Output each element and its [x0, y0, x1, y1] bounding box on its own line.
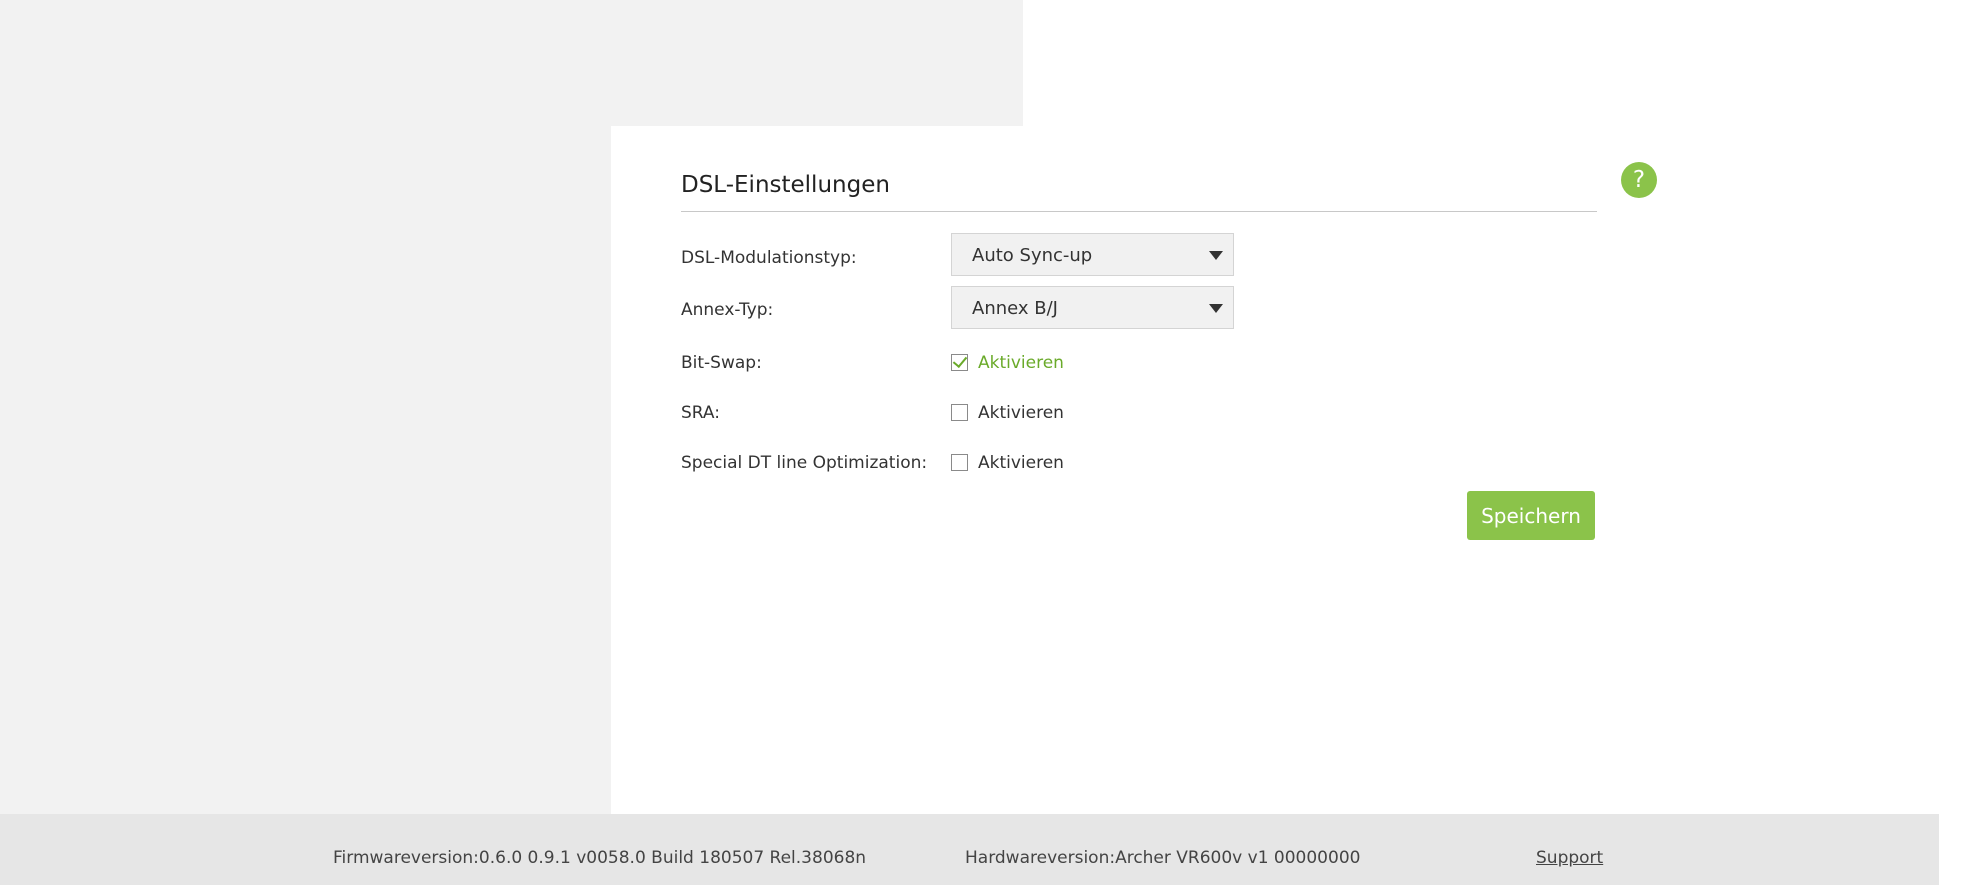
- annex-select[interactable]: Annex B/J: [951, 286, 1234, 329]
- dt-optimization-label: Special DT line Optimization:: [681, 453, 928, 473]
- hardware-version: Hardwareversion:Archer VR600v v1 0000000…: [965, 848, 1361, 868]
- dt-optimization-checkbox[interactable]: [951, 454, 968, 471]
- save-button[interactable]: Speichern: [1467, 491, 1595, 540]
- annex-value: Annex B/J: [972, 298, 1058, 319]
- firmware-version: Firmwareversion:0.6.0 0.9.1 v0058.0 Buil…: [333, 848, 867, 868]
- background-left: [0, 126, 611, 814]
- modulation-select[interactable]: Auto Sync-up: [951, 233, 1234, 276]
- bitswap-checkbox-label[interactable]: Aktivieren: [978, 353, 1064, 373]
- sra-checkbox[interactable]: [951, 404, 968, 421]
- caret-down-icon: [1209, 304, 1223, 313]
- modulation-value: Auto Sync-up: [972, 245, 1093, 266]
- sra-checkbox-label[interactable]: Aktivieren: [978, 403, 1064, 423]
- background-top: [0, 0, 1023, 126]
- bitswap-checkbox[interactable]: [951, 354, 968, 371]
- dt-optimization-checkbox-label[interactable]: Aktivieren: [978, 453, 1064, 473]
- footer: Firmwareversion:0.6.0 0.9.1 v0058.0 Buil…: [0, 814, 1939, 885]
- bitswap-label: Bit-Swap:: [681, 353, 762, 373]
- page: DSL-Einstellungen ? DSL-Modulationstyp: …: [0, 0, 1973, 885]
- caret-down-icon: [1209, 251, 1223, 260]
- section-title: DSL-Einstellungen: [681, 172, 890, 198]
- help-icon[interactable]: ?: [1621, 162, 1657, 198]
- sra-label: SRA:: [681, 403, 720, 423]
- title-divider: [681, 211, 1597, 212]
- modulation-label: DSL-Modulationstyp:: [681, 248, 857, 268]
- support-link[interactable]: Support: [1536, 848, 1603, 868]
- annex-label: Annex-Typ:: [681, 300, 774, 320]
